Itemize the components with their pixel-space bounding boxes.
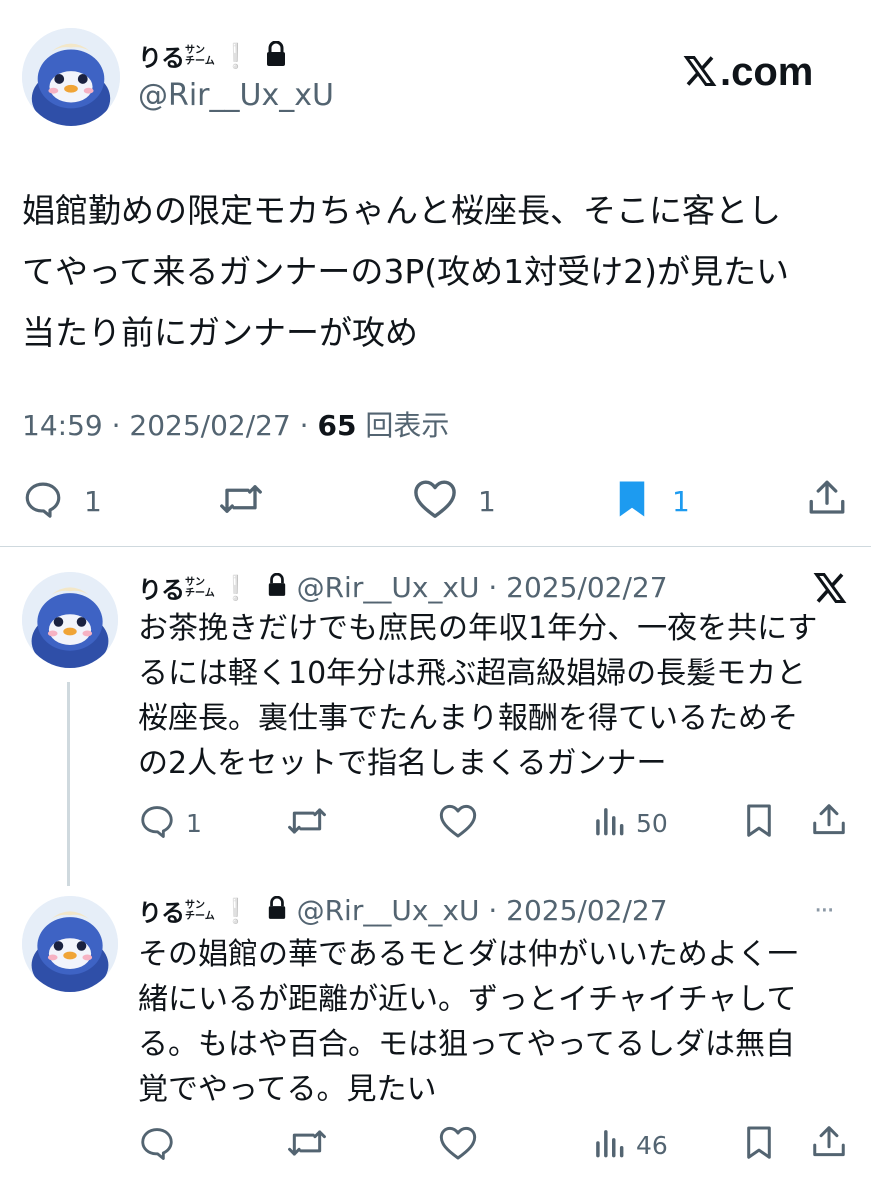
bookmark-icon: [612, 478, 652, 524]
reply-header: りる サン チーム ❕ @Rir__Ux_xU · 2025/02/27: [138, 893, 668, 928]
share-icon: [810, 800, 848, 844]
view-count: 65: [317, 409, 357, 442]
reply-button[interactable]: 1: [22, 478, 102, 524]
bookmark-button[interactable]: 1: [612, 478, 690, 524]
like-button[interactable]: 1: [412, 478, 496, 524]
views-icon: [592, 1124, 626, 1166]
share-button[interactable]: [810, 1122, 848, 1166]
reply-button[interactable]: [138, 1124, 176, 1166]
repost-button[interactable]: [286, 802, 328, 844]
reply-icon: [22, 478, 64, 524]
reply-text: その娼館の華であるモとダは仲がいいためよく一 緒にいるが距離が近い。ずっとイチャ…: [138, 937, 798, 1107]
reply-icon: [138, 802, 176, 844]
post-meta: 14:59 · 2025/02/27 · 65 回表示: [22, 409, 450, 442]
avatar-image: [22, 572, 118, 668]
thread-line: [67, 682, 70, 886]
display-name[interactable]: りる サン チーム ❕: [138, 893, 251, 928]
reply-avatar[interactable]: [22, 896, 118, 992]
bookmark-icon: [742, 802, 776, 844]
x-com-brand[interactable]: .com: [682, 50, 813, 95]
display-name[interactable]: りる サン チーム ❕: [138, 38, 287, 73]
like-icon: [438, 1124, 478, 1166]
like-button[interactable]: [438, 1124, 478, 1166]
x-logo-icon: [682, 53, 718, 93]
reply-avatar[interactable]: [22, 572, 118, 668]
avatar-image: [22, 896, 118, 992]
share-button[interactable]: [806, 476, 848, 524]
more-icon[interactable]: ···: [814, 896, 835, 926]
repost-button[interactable]: [218, 478, 264, 524]
lock-icon: [267, 894, 287, 927]
exclamation-badge: ❕: [220, 41, 251, 70]
handle-date[interactable]: @Rir__Ux_xU · 2025/02/27: [297, 571, 668, 604]
repost-icon: [286, 802, 328, 844]
views-button[interactable]: 46: [592, 1124, 668, 1166]
share-icon: [806, 476, 848, 524]
like-icon: [412, 478, 458, 524]
share-icon: [810, 1122, 848, 1166]
reply-icon: [138, 1124, 176, 1166]
avatar-image: [22, 28, 120, 126]
lock-icon: [267, 571, 287, 604]
reply-button[interactable]: 1: [138, 802, 202, 844]
divider: [0, 546, 871, 547]
repost-icon: [286, 1124, 328, 1166]
like-button[interactable]: [438, 802, 478, 844]
repost-button[interactable]: [286, 1124, 328, 1166]
avatar[interactable]: [22, 28, 120, 126]
handle-date[interactable]: @Rir__Ux_xU · 2025/02/27: [297, 894, 668, 927]
bookmark-button[interactable]: [742, 1124, 776, 1166]
handle[interactable]: @Rir__Ux_xU: [138, 78, 334, 113]
views-button[interactable]: 50: [592, 802, 668, 844]
repost-icon: [218, 478, 264, 524]
bookmark-icon: [742, 1124, 776, 1166]
exclamation-badge: ❕: [220, 573, 251, 602]
like-icon: [438, 802, 478, 844]
timestamp[interactable]: 14:59 · 2025/02/27 ·: [22, 409, 317, 442]
x-logo-icon[interactable]: [812, 570, 848, 610]
reply-text: お茶挽きだけでも庶民の年収1年分、一夜を共にす るには軽く10年分は飛ぶ超高級娼…: [138, 611, 818, 781]
post-text: 娼館勤めの限定モカちゃんと桜座長、そこに客とし てやって来るガンナーの3P(攻め…: [22, 191, 789, 352]
display-name[interactable]: りる サン チーム ❕: [138, 570, 251, 605]
share-button[interactable]: [810, 800, 848, 844]
reply-header: りる サン チーム ❕ @Rir__Ux_xU · 2025/02/27: [138, 570, 668, 605]
exclamation-badge: ❕: [220, 896, 251, 925]
views-icon: [592, 802, 626, 844]
lock-icon: [265, 40, 287, 71]
bookmark-button[interactable]: [742, 802, 776, 844]
